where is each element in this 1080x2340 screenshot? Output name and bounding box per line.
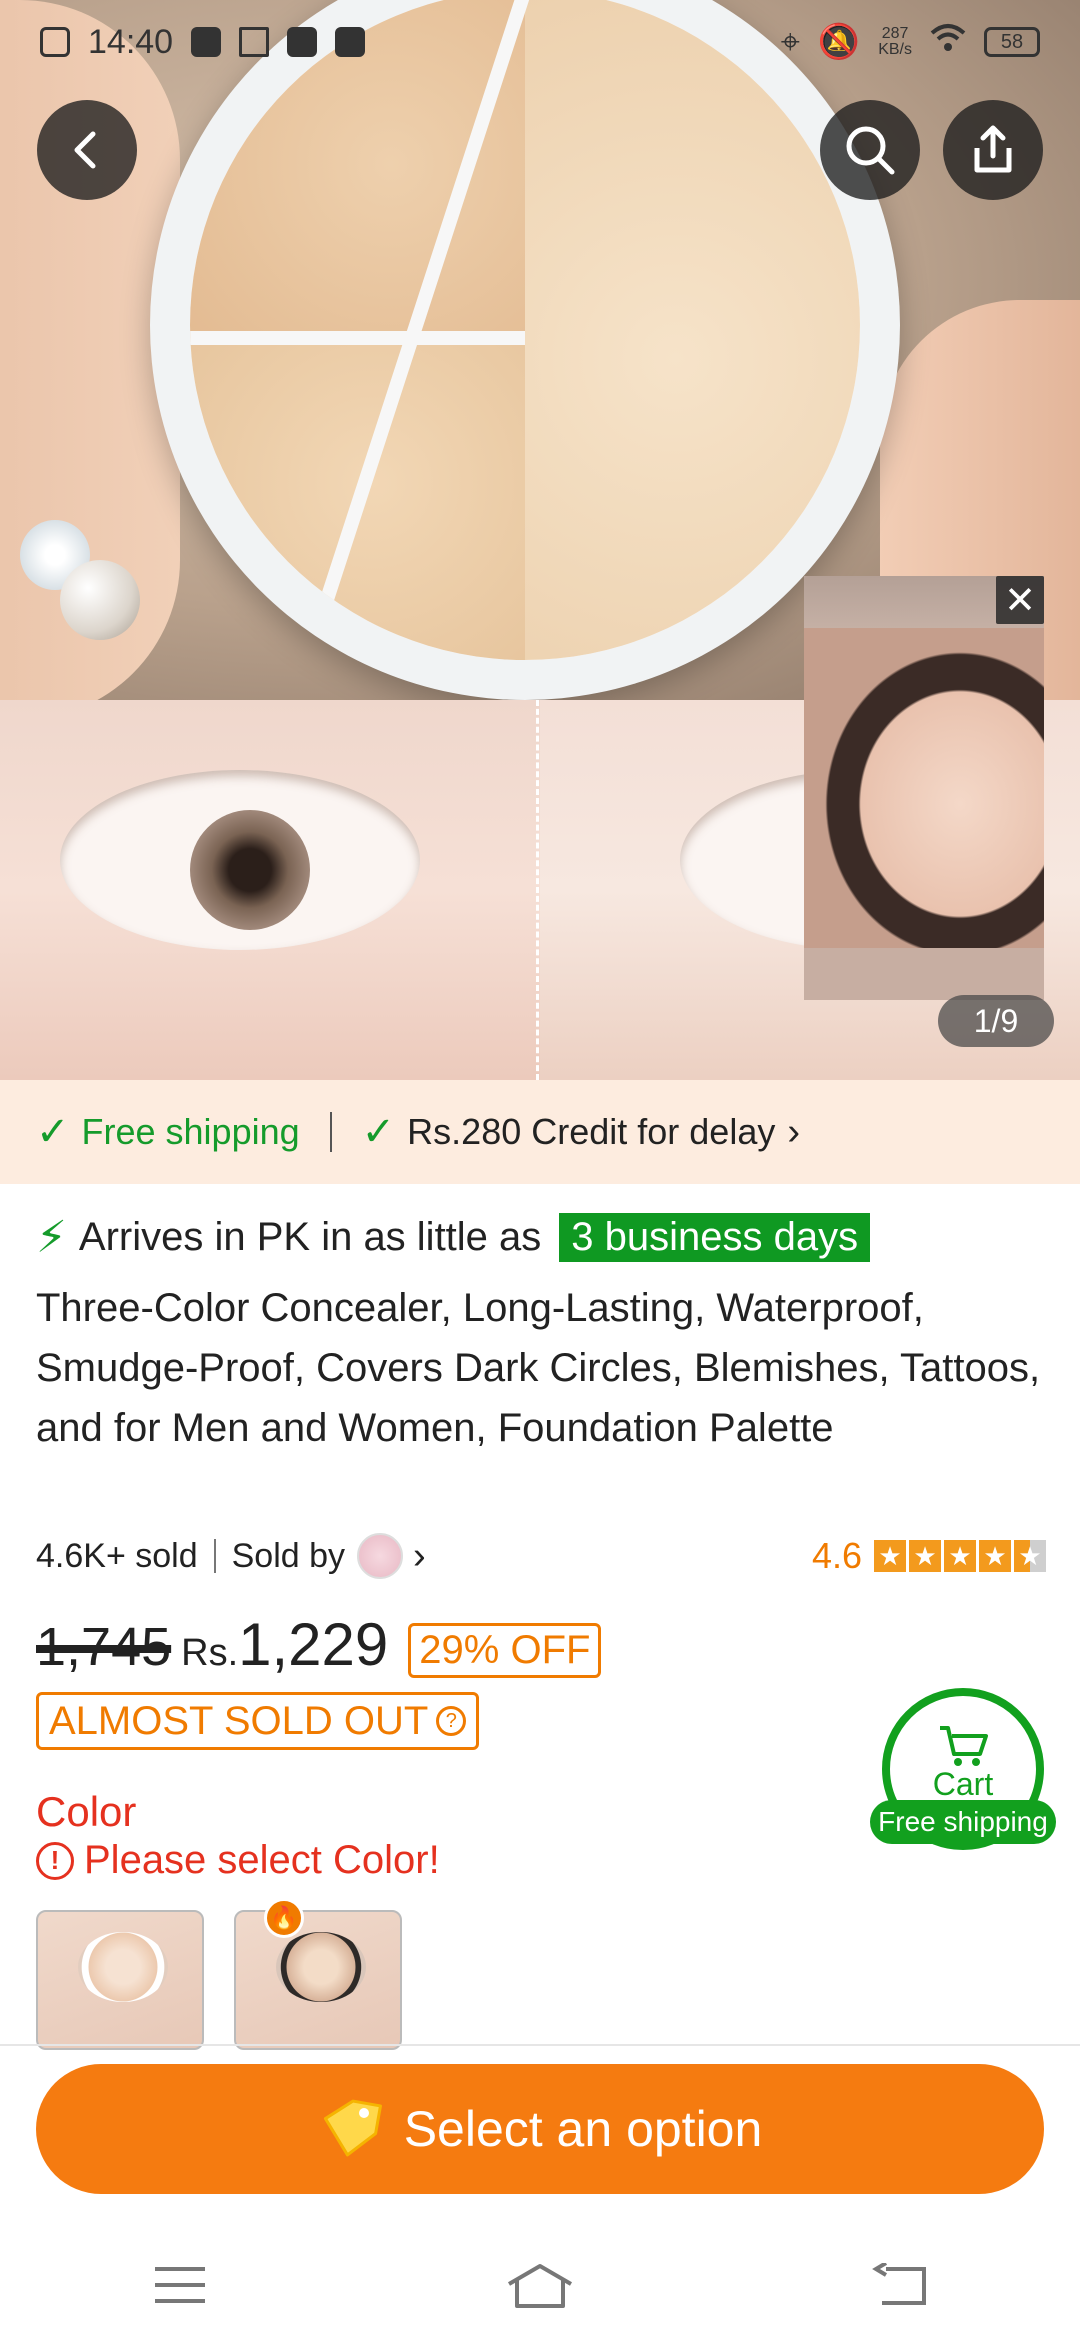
share-button[interactable] bbox=[943, 100, 1043, 200]
youtube-icon bbox=[287, 27, 318, 57]
delivery-estimate: ⚡ Arrives in PK in as little as 3 busine… bbox=[36, 1212, 1046, 1263]
video-thumbnail[interactable]: ✕ bbox=[804, 576, 1044, 1000]
star-icon: ★ bbox=[909, 1540, 941, 1572]
status-bar: 14:40 ⌖ 🔕 287 KB/s 58 bbox=[0, 0, 1080, 84]
chevron-right-icon[interactable]: › bbox=[413, 1535, 426, 1578]
product-title: Three-Color Concealer, Long-Lasting, Wat… bbox=[36, 1286, 1041, 1450]
rating-stars: ★ ★ ★ ★ ★ bbox=[874, 1540, 1046, 1572]
divider bbox=[0, 2044, 1080, 2046]
back-button[interactable] bbox=[37, 100, 137, 200]
split-divider bbox=[536, 700, 539, 1080]
play-store-icon bbox=[239, 27, 270, 57]
discount-badge: 29% OFF bbox=[408, 1622, 602, 1678]
divider bbox=[329, 1112, 332, 1152]
shipping-strip[interactable]: ✓ Free shipping ✓ Rs.280 Credit for dela… bbox=[0, 1080, 1080, 1184]
alert-icon: ! bbox=[36, 1841, 74, 1880]
star-half-icon: ★ bbox=[1014, 1540, 1046, 1572]
battery-icon: 58 bbox=[984, 27, 1040, 57]
system-nav-bar bbox=[0, 2230, 1080, 2340]
lightning-icon: ⚡ bbox=[36, 1213, 67, 1262]
variant-warning: ! Please select Color! bbox=[36, 1838, 440, 1883]
app-icon bbox=[335, 27, 366, 57]
delivery-days-badge: 3 business days bbox=[559, 1213, 871, 1262]
currency-label: Rs. bbox=[181, 1632, 239, 1674]
wifi-icon bbox=[930, 23, 966, 62]
color-option-1[interactable] bbox=[36, 1910, 204, 2050]
chevron-left-icon bbox=[74, 131, 96, 169]
cart-icon bbox=[940, 1726, 988, 1766]
product-gallery[interactable]: 14:40 ⌖ 🔕 287 KB/s 58 ✕ 1/9 bbox=[0, 0, 1080, 1080]
video-frame-image bbox=[804, 628, 1044, 948]
question-icon[interactable]: ? bbox=[436, 1706, 467, 1736]
rating-value: 4.6 bbox=[811, 1535, 862, 1576]
divider bbox=[213, 1539, 216, 1573]
tag-icon bbox=[323, 2099, 382, 2157]
share-icon bbox=[974, 125, 1012, 173]
hot-icon: 🔥 bbox=[264, 1898, 304, 1938]
select-option-button[interactable]: Select an option bbox=[36, 2064, 1044, 2194]
mute-bell-icon: 🔕 bbox=[817, 23, 861, 61]
chevron-right-icon: › bbox=[787, 1110, 801, 1153]
free-shipping-label: Free shipping bbox=[81, 1111, 300, 1152]
menu-icon bbox=[155, 2267, 205, 2303]
image-counter: 1/9 bbox=[938, 995, 1054, 1047]
status-time: 14:40 bbox=[88, 22, 174, 61]
star-icon: ★ bbox=[979, 1540, 1011, 1572]
stock-badge[interactable]: ALMOST SOLD OUT ? bbox=[36, 1692, 480, 1750]
color-options: 🔥 bbox=[36, 1898, 402, 2050]
sold-count: 4.6K+ sold bbox=[36, 1536, 198, 1575]
search-icon bbox=[846, 126, 895, 175]
mail-icon bbox=[191, 27, 222, 57]
network-speed: 287 KB/s bbox=[878, 25, 912, 58]
home-icon bbox=[507, 2264, 573, 2308]
concealer-compact-image bbox=[150, 0, 900, 700]
select-option-label: Select an option bbox=[403, 2101, 763, 2157]
screenshot-icon bbox=[40, 27, 70, 57]
variant-label: Color bbox=[36, 1788, 137, 1835]
cart-label: Cart bbox=[932, 1766, 994, 1802]
check-icon: ✓ bbox=[361, 1110, 396, 1154]
delivery-prefix: Arrives in PK in as little as bbox=[78, 1215, 542, 1259]
search-button[interactable] bbox=[820, 100, 920, 200]
home-button[interactable] bbox=[500, 2255, 580, 2315]
check-icon: ✓ bbox=[36, 1110, 70, 1154]
credit-label: Rs.280 Credit for delay bbox=[407, 1111, 776, 1152]
back-icon bbox=[872, 2263, 926, 2305]
back-nav-button[interactable] bbox=[860, 2255, 940, 2315]
location-icon: ⌖ bbox=[780, 22, 800, 61]
seller-logo[interactable] bbox=[357, 1533, 404, 1579]
sold-by-label[interactable]: Sold by bbox=[232, 1537, 345, 1576]
pearl-image bbox=[60, 560, 140, 640]
stock-badge-label: ALMOST SOLD OUT bbox=[49, 1698, 429, 1743]
star-icon: ★ bbox=[944, 1540, 976, 1572]
cart-free-shipping-badge: Free shipping bbox=[870, 1800, 1056, 1844]
menu-button[interactable] bbox=[140, 2255, 220, 2315]
close-video-button[interactable]: ✕ bbox=[996, 576, 1044, 624]
price-row: 1,745 Rs. 1,229 29% OFF bbox=[36, 1610, 602, 1690]
color-option-2[interactable] bbox=[234, 1910, 402, 2050]
variant-warning-text: Please select Color! bbox=[84, 1838, 440, 1882]
original-price: 1,745 bbox=[36, 1617, 172, 1677]
current-price: 1,229 bbox=[238, 1611, 389, 1678]
product-meta: 4.6K+ sold Sold by › 4.6 ★ ★ ★ ★ ★ bbox=[36, 1528, 1046, 1584]
star-icon: ★ bbox=[874, 1540, 906, 1572]
close-icon: ✕ bbox=[1004, 579, 1036, 622]
rating[interactable]: 4.6 ★ ★ ★ ★ ★ bbox=[812, 1535, 1046, 1577]
